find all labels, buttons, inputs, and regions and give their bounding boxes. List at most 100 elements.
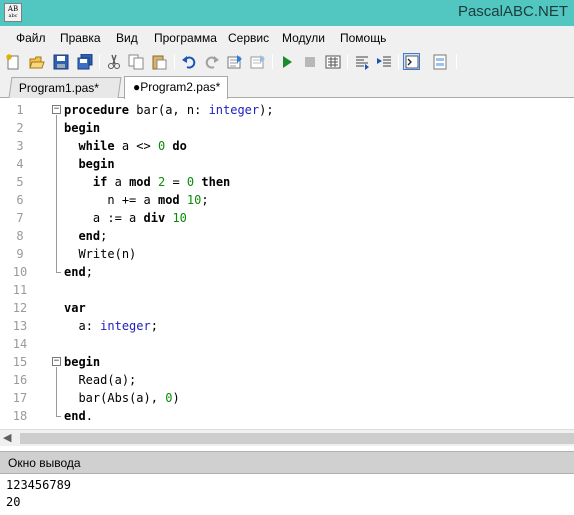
scrollbar-thumb[interactable]	[20, 433, 574, 444]
code-line: 18 end.	[0, 407, 574, 425]
title-bar: AB abc PascalABC.NET	[0, 0, 574, 26]
paste-icon[interactable]	[150, 53, 167, 70]
new-file-icon[interactable]	[4, 53, 21, 70]
line-number: 10	[12, 265, 28, 279]
menu-file[interactable]: Файл	[16, 31, 46, 45]
app-logo-icon: AB abc	[4, 3, 22, 22]
copy-icon[interactable]	[127, 53, 144, 70]
code-text: n += a mod 10;	[107, 193, 209, 207]
fold-toggle-procedure[interactable]: −	[52, 105, 61, 114]
code-text: end.	[64, 409, 93, 423]
line-number: 3	[16, 139, 24, 153]
toolbar-separator	[272, 54, 273, 69]
fold-toggle-main[interactable]: −	[52, 357, 61, 366]
line-number: 13	[12, 319, 28, 333]
redo-icon[interactable]	[203, 53, 220, 70]
app-logo-text-top: AB	[7, 5, 19, 13]
code-line: 6 n += a mod 10;	[0, 191, 574, 209]
toolbar-separator	[398, 54, 399, 69]
menu-bar: Файл Правка Вид Программа Сервис Модули …	[0, 26, 574, 50]
output-panel-header: Окно вывода	[0, 451, 574, 473]
menu-view[interactable]: Вид	[116, 31, 138, 45]
undo-icon[interactable]	[180, 53, 197, 70]
line-number: 7	[16, 211, 24, 225]
fold-guide	[56, 367, 57, 416]
code-line: 9 Write(n)	[0, 245, 574, 263]
code-editor[interactable]: 1 procedure bar(a, n: integer); 2 begin 3 wh…	[0, 99, 574, 429]
line-number: 14	[12, 337, 28, 351]
line-number: 4	[16, 157, 24, 171]
code-line: 10 end;	[0, 263, 574, 281]
menu-edit[interactable]: Правка	[60, 31, 101, 45]
line-number: 8	[16, 229, 24, 243]
tab-program1-label: Program1.pas*	[18, 81, 99, 95]
line-number: 11	[12, 283, 28, 297]
cut-icon[interactable]	[105, 53, 122, 70]
code-text: a := a div 10	[92, 211, 187, 225]
stop-icon[interactable]	[301, 53, 318, 70]
code-text: if a mod 2 = 0 then	[92, 175, 231, 189]
output-line: 123456789	[6, 478, 72, 492]
code-text: procedure bar(a, n: integer);	[64, 103, 274, 117]
code-line: 17 bar(Abs(a), 0)	[0, 389, 574, 407]
output-window-icon[interactable]	[403, 53, 420, 70]
save-icon[interactable]	[52, 53, 69, 70]
output-line: 20	[6, 495, 21, 509]
code-line: 16 Read(a);	[0, 371, 574, 389]
line-number: 9	[16, 247, 24, 261]
tab-program2[interactable]: ●Program2.pas*	[124, 76, 228, 99]
step-over-icon[interactable]	[353, 53, 370, 70]
code-line: 13 a: integer;	[0, 317, 574, 335]
tab-program1[interactable]: Program1.pas*	[8, 77, 122, 98]
code-text: Write(n)	[78, 247, 137, 261]
line-number: 5	[16, 175, 24, 189]
toolbar-separator	[456, 54, 457, 69]
code-line: 4 begin	[0, 155, 574, 173]
app-logo-text-bottom: abc	[8, 13, 18, 19]
line-number: 17	[12, 391, 28, 405]
open-icon[interactable]	[28, 53, 45, 70]
fold-guide	[56, 115, 57, 272]
menu-modules[interactable]: Модули	[282, 31, 325, 45]
build-icon[interactable]	[249, 53, 266, 70]
fold-end-marker	[56, 272, 61, 273]
tab-program2-label: ●Program2.pas*	[133, 80, 221, 94]
run-icon[interactable]	[278, 53, 295, 70]
toolbar-separator	[99, 54, 100, 69]
menu-program[interactable]: Программа	[154, 31, 217, 45]
save-all-icon[interactable]	[76, 53, 93, 70]
line-number: 1	[16, 103, 24, 117]
step-into-icon[interactable]	[376, 53, 393, 70]
output-panel-title: Окно вывода	[8, 456, 81, 470]
menu-service[interactable]: Сервис	[228, 31, 269, 45]
code-text: begin	[64, 355, 101, 369]
code-text: end;	[78, 229, 108, 243]
horizontal-scrollbar[interactable]: ◀	[0, 429, 574, 446]
window-title: PascalABC.NET	[457, 3, 568, 20]
output-window[interactable]: 123456789 20	[0, 473, 574, 515]
line-number: 2	[16, 121, 24, 135]
line-number: 18	[12, 409, 28, 423]
toolbar-separator	[174, 54, 175, 69]
menu-help[interactable]: Помощь	[340, 31, 386, 45]
line-number: 6	[16, 193, 24, 207]
code-text: while a <> 0 do	[78, 139, 187, 153]
code-text: begin	[64, 121, 101, 135]
code-line: 2 begin	[0, 119, 574, 137]
code-line: 1 procedure bar(a, n: integer);	[0, 101, 574, 119]
form-designer-icon[interactable]	[431, 53, 448, 70]
code-line: 11	[0, 281, 574, 299]
code-text: a: integer;	[78, 319, 158, 333]
line-number: 12	[12, 301, 28, 315]
debug-icon[interactable]	[324, 53, 341, 70]
code-text: var	[64, 301, 86, 315]
scroll-left-icon[interactable]: ◀	[3, 431, 11, 444]
code-text: end;	[64, 265, 93, 279]
code-line: 3 while a <> 0 do	[0, 137, 574, 155]
code-line: 8 end;	[0, 227, 574, 245]
code-line: 5 if a mod 2 = 0 then	[0, 173, 574, 191]
toolbar	[0, 50, 574, 74]
compile-icon[interactable]	[226, 53, 243, 70]
code-text: Read(a);	[78, 373, 137, 387]
code-text: begin	[78, 157, 115, 171]
